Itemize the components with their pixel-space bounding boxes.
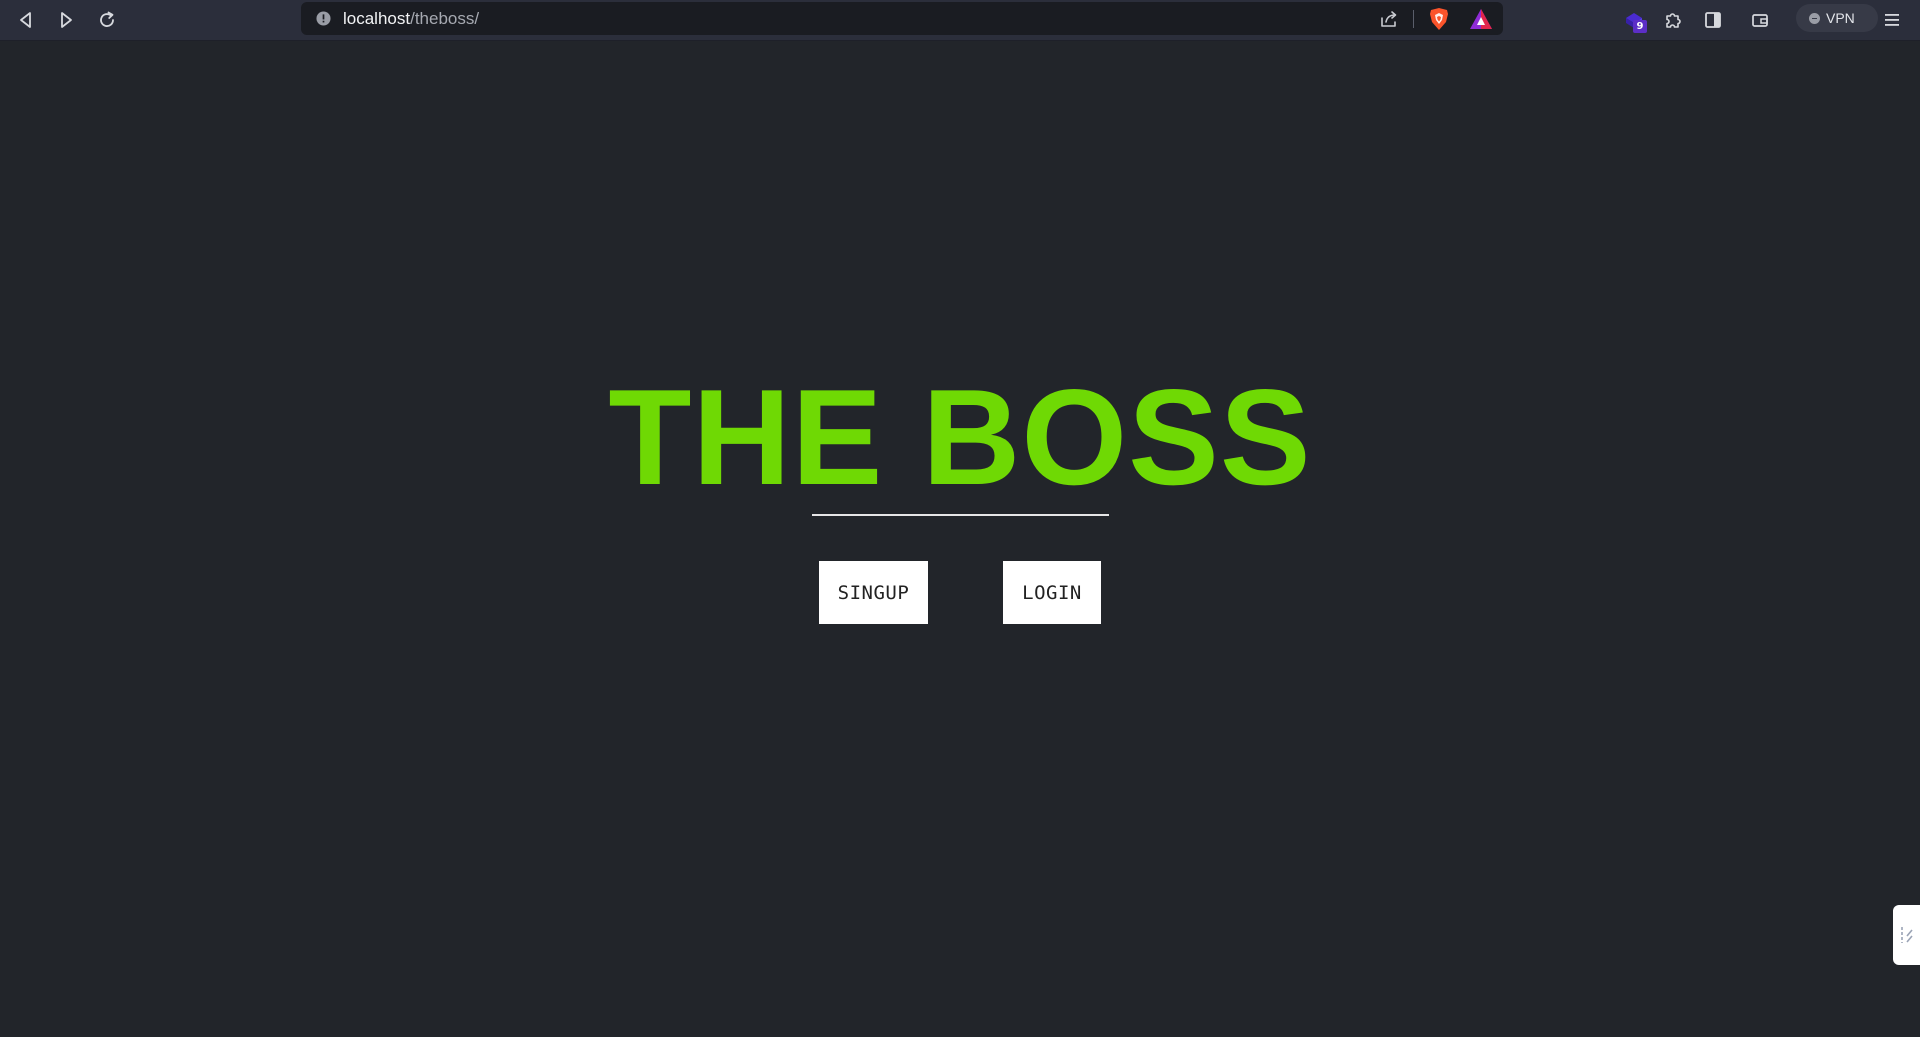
page-title: THE BOSS: [608, 361, 1312, 513]
hamburger-menu-icon: [1885, 14, 1899, 26]
url-host: localhost: [343, 9, 411, 28]
wallet-icon: [1752, 14, 1768, 27]
vpn-label: VPN: [1826, 10, 1855, 26]
brave-rewards-icon[interactable]: [1469, 8, 1493, 30]
wallet-button[interactable]: [1744, 4, 1776, 36]
extension-badge: 9: [1633, 20, 1647, 33]
url-divider: [1413, 10, 1414, 28]
url-path: /theboss/: [410, 9, 480, 28]
browser-toolbar: localhost/theboss/ 9 VPN: [0, 0, 1920, 41]
address-bar[interactable]: localhost/theboss/: [301, 2, 1503, 35]
reload-icon: [100, 11, 114, 27]
vpn-button[interactable]: VPN: [1796, 4, 1878, 32]
puzzle-icon: [1666, 13, 1681, 28]
url-text[interactable]: localhost/theboss/: [343, 9, 479, 28]
forward-arrow-icon: [61, 12, 72, 28]
brave-shields-icon[interactable]: [1428, 7, 1450, 31]
sidebar-button[interactable]: [1697, 4, 1729, 36]
back-arrow-icon: [20, 12, 31, 28]
sidebar-icon: [1705, 12, 1721, 28]
extensions-button[interactable]: [1657, 4, 1689, 36]
reload-button[interactable]: [91, 4, 123, 36]
side-panel-tab[interactable]: [1893, 905, 1920, 965]
back-button[interactable]: [10, 4, 42, 36]
share-icon[interactable]: [1378, 8, 1400, 30]
signup-button[interactable]: SINGUP: [819, 561, 928, 624]
vpn-status-icon: [1809, 12, 1820, 24]
info-icon[interactable]: [316, 11, 331, 26]
page-viewport: [0, 41, 1920, 1037]
title-underline-divider: [812, 514, 1109, 516]
login-button[interactable]: LOGIN: [1003, 561, 1101, 624]
main-menu-button[interactable]: [1876, 4, 1908, 36]
dashed-handle-icon: [1900, 927, 1913, 943]
forward-button[interactable]: [50, 4, 82, 36]
